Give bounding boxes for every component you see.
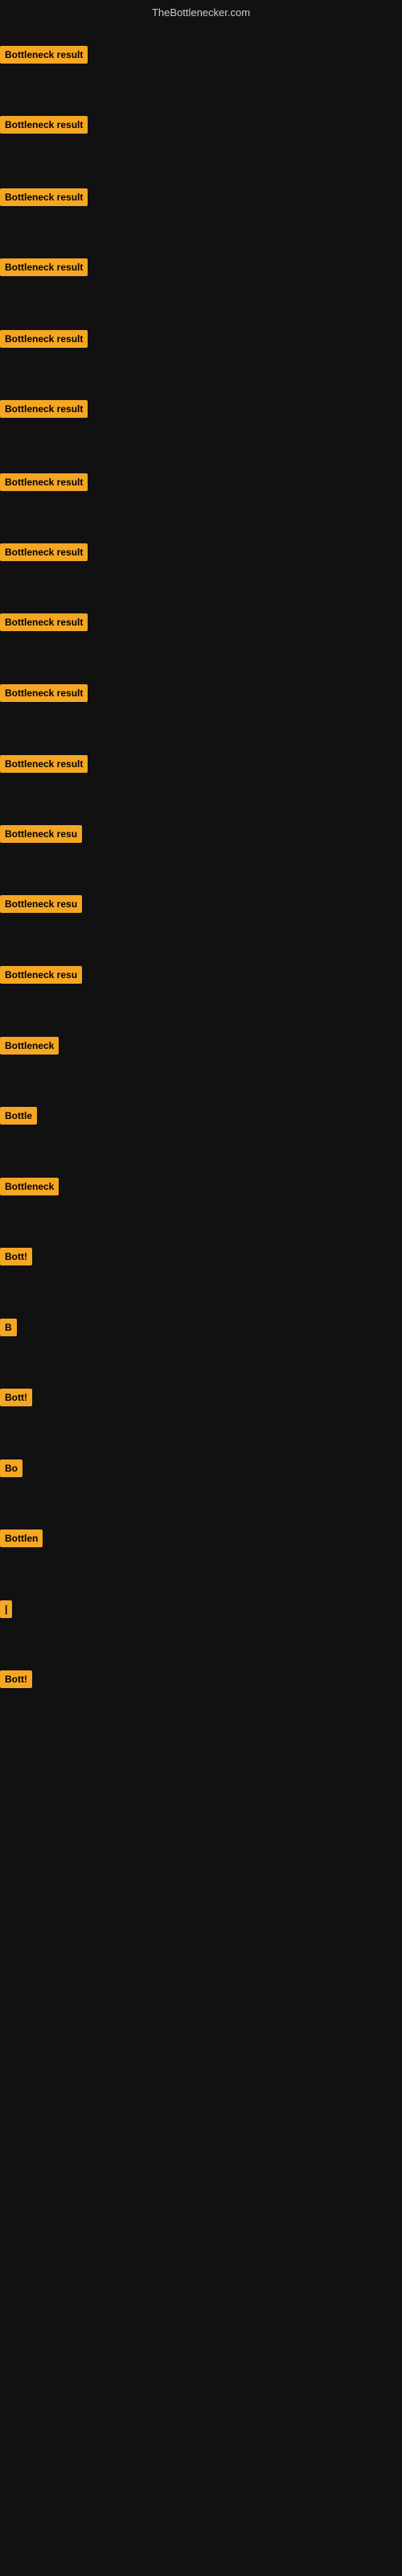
bottleneck-badge: Bottleneck result [0, 330, 88, 348]
bottleneck-badge: Bottleneck resu [0, 825, 82, 843]
bottleneck-badge: Bottle [0, 1107, 37, 1125]
bottleneck-badge: Bottleneck result [0, 473, 88, 491]
bottleneck-badge: Bottleneck resu [0, 895, 82, 913]
bottleneck-badge: Bottleneck [0, 1037, 59, 1055]
site-title: TheBottlenecker.com [152, 6, 250, 19]
bottleneck-badge: Bottleneck result [0, 543, 88, 561]
bottleneck-badge: B [0, 1319, 17, 1336]
bottleneck-badge: Bottleneck result [0, 613, 88, 631]
bottleneck-badge: Bottlen [0, 1530, 43, 1547]
bottleneck-badge: Bo [0, 1459, 23, 1477]
bottleneck-badge: Bottleneck result [0, 116, 88, 134]
bottleneck-badge: Bottleneck [0, 1178, 59, 1195]
bottleneck-badge: Bottleneck result [0, 188, 88, 206]
bottleneck-badge: Bott! [0, 1248, 32, 1265]
bottleneck-badge: Bottleneck result [0, 258, 88, 276]
bottleneck-badge: Bottleneck result [0, 684, 88, 702]
bottleneck-badge: Bottleneck result [0, 755, 88, 773]
bottleneck-badge: Bottleneck result [0, 46, 88, 64]
bottleneck-badge: Bottleneck resu [0, 966, 82, 984]
bottleneck-badge: Bottleneck result [0, 400, 88, 418]
bottleneck-badge: | [0, 1600, 12, 1618]
bottleneck-badge: Bott! [0, 1670, 32, 1688]
bottleneck-badge: Bott! [0, 1389, 32, 1406]
